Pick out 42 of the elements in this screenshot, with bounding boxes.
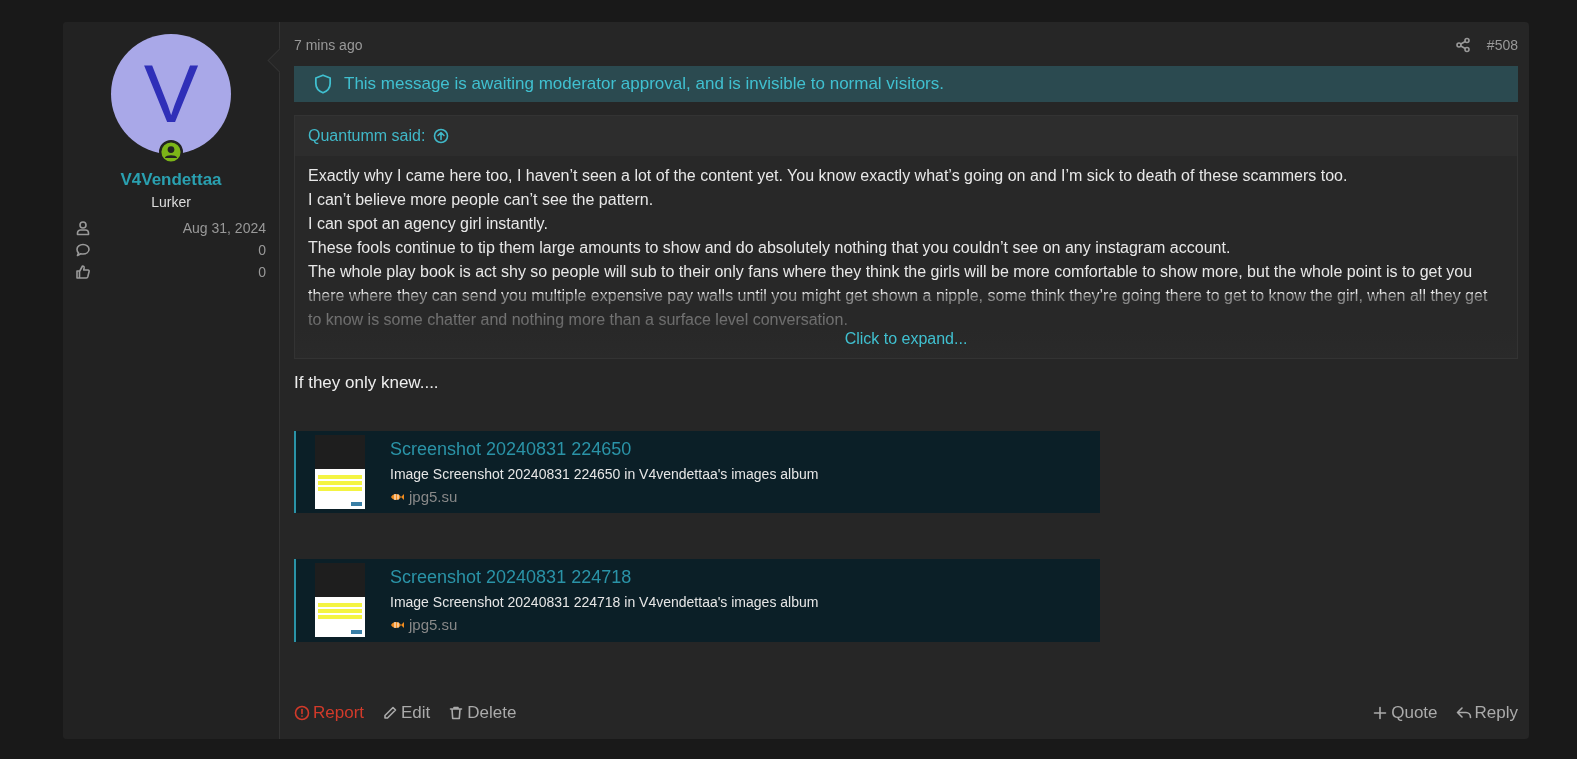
reply-link[interactable]: Reply	[1455, 703, 1518, 724]
post-number-link[interactable]: #508	[1486, 36, 1518, 53]
stat-value: 0	[258, 264, 266, 280]
person-icon	[75, 220, 91, 236]
quote-text: Exactly why I came here too, I haven’t seen a lot of the content yet. You know exactly what’s going on and I’m sick to death of these scammers too.	[308, 166, 1349, 186]
preview-description: Image Screenshot 20240831 224650 in V4vendettaa's images album	[390, 466, 819, 483]
preview-site: jpg5.su	[409, 616, 458, 634]
preview-description: Image Screenshot 20240831 224718 in V4vendettaa's images album	[390, 594, 819, 611]
quote-text: These fools continue to tip them large amounts to show and do absolutely nothing that you couldn’t see on any instagram account.	[308, 238, 1232, 258]
preview-title-link[interactable]: Screenshot 20240831 224650	[390, 439, 819, 461]
report-link[interactable]: Report	[294, 703, 365, 724]
user-title: Lurker	[151, 194, 191, 210]
quote-author-link[interactable]: Quantumm said:	[308, 127, 426, 145]
avatar[interactable]: V	[111, 34, 231, 154]
post-time[interactable]: 7 mins ago	[294, 36, 363, 53]
pencil-icon	[382, 705, 399, 722]
stat-value: Aug 31, 2024	[182, 220, 266, 236]
screenshot-thumbnail[interactable]	[315, 563, 365, 638]
preview-title-link[interactable]: Screenshot 20240831 224718	[390, 567, 819, 589]
screenshot-thumbnail[interactable]	[315, 435, 365, 510]
username-link[interactable]: V4Vendettaa	[120, 170, 222, 190]
quote-text: The whole play book is act shy so people will sub to their only fans where they think the girls will be more comfortable to show more, but the whole point is to get you there where they can send you multiple expensive pay walls until you might get shown a nipple, some think they’re going there to get to know the girl, when all they get to know is some chatter and nothing more than a surface level conversation.	[308, 262, 1489, 330]
delete-link[interactable]: Delete	[448, 703, 517, 724]
arrow-up-circle-icon[interactable]	[433, 128, 450, 144]
notice-text: This message is awaiting moderator approval, and is invisible to normal visitors.	[344, 73, 944, 94]
quote-text: I can spot an agency girl instantly.	[308, 214, 549, 234]
quote-text: I can’t believe more people can’t see the pattern.	[308, 190, 655, 210]
shield-icon	[312, 72, 334, 95]
fish-icon	[390, 491, 404, 502]
expand-link[interactable]: Click to expand...	[844, 330, 968, 348]
share-icon[interactable]	[1454, 36, 1471, 53]
plus-icon	[1372, 705, 1389, 722]
thumbs-up-icon	[75, 264, 91, 280]
edit-link[interactable]: Edit	[382, 703, 431, 724]
alert-circle-icon	[294, 705, 310, 722]
speech-bubble-icon	[75, 242, 91, 258]
trash-icon	[448, 705, 465, 722]
quote-link[interactable]: Quote	[1372, 703, 1438, 724]
fish-icon	[390, 620, 404, 630]
post-text: If they only knew....	[294, 373, 440, 393]
preview-site: jpg5.su	[409, 488, 458, 506]
stat-value: 0	[258, 242, 266, 258]
